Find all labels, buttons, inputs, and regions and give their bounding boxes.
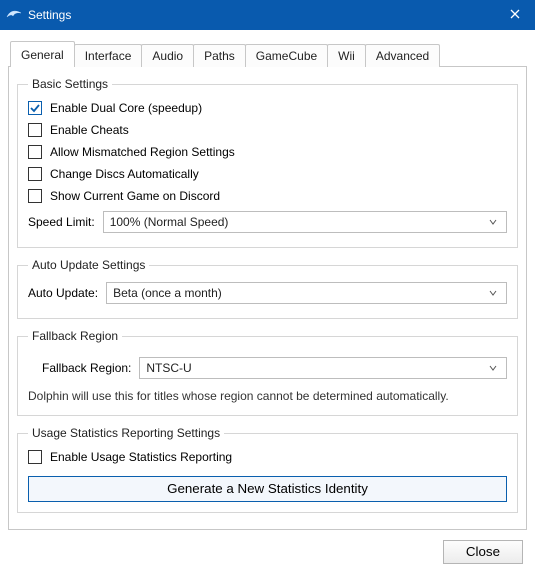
auto-update-label: Auto Update: [28,286,98,300]
group-fallback-region: Fallback Region Fallback Region: NTSC-U … [17,329,518,416]
tab-general[interactable]: General [10,41,75,67]
tab-interface[interactable]: Interface [74,44,143,67]
tab-label: Paths [204,49,235,63]
fallback-region-select[interactable]: NTSC-U [139,357,507,379]
window-title: Settings [28,8,495,22]
group-legend: Fallback Region [28,329,122,343]
tab-label: Wii [338,49,355,63]
titlebar: Settings [0,0,535,30]
checkbox-show-game-discord[interactable] [28,189,42,203]
chevron-down-icon [486,286,500,300]
checkbox-label: Allow Mismatched Region Settings [50,145,235,159]
checkbox-enable-cheats[interactable] [28,123,42,137]
group-auto-update: Auto Update Settings Auto Update: Beta (… [17,258,518,319]
tab-label: Advanced [376,49,429,63]
checkbox-allow-mismatched-region[interactable] [28,145,42,159]
checkbox-enable-dual-core[interactable] [28,101,42,115]
tab-paths[interactable]: Paths [193,44,246,67]
checkbox-label: Change Discs Automatically [50,167,199,181]
tab-audio[interactable]: Audio [141,44,194,67]
group-basic-settings: Basic Settings Enable Dual Core (speedup… [17,77,518,248]
speed-limit-select[interactable]: 100% (Normal Speed) [103,211,507,233]
dolphin-icon [6,7,22,23]
checkbox-label: Enable Usage Statistics Reporting [50,450,232,464]
select-value: NTSC-U [146,361,486,375]
tab-wii[interactable]: Wii [327,44,366,67]
close-icon [510,8,520,22]
close-button[interactable]: Close [443,540,523,564]
checkbox-label: Enable Cheats [50,123,129,137]
tab-panel-general: Basic Settings Enable Dual Core (speedup… [8,66,527,530]
checkbox-enable-usage-stats[interactable] [28,450,42,464]
select-value: Beta (once a month) [113,286,486,300]
group-legend: Basic Settings [28,77,112,91]
button-label: Generate a New Statistics Identity [167,481,368,496]
chevron-down-icon [486,361,500,375]
tab-label: General [21,48,64,62]
tab-advanced[interactable]: Advanced [365,44,440,67]
speed-limit-label: Speed Limit: [28,215,95,229]
dialog-footer: Close [0,530,535,576]
button-label: Close [466,544,500,559]
tab-label: Audio [152,49,183,63]
generate-stats-identity-button[interactable]: Generate a New Statistics Identity [28,476,507,502]
select-value: 100% (Normal Speed) [110,215,486,229]
group-legend: Usage Statistics Reporting Settings [28,426,224,440]
tab-gamecube[interactable]: GameCube [245,44,328,67]
fallback-region-label: Fallback Region: [28,361,131,375]
tab-label: Interface [85,49,132,63]
window-close-button[interactable] [495,0,535,30]
checkbox-label: Show Current Game on Discord [50,189,220,203]
checkbox-label: Enable Dual Core (speedup) [50,101,202,115]
tab-bar: General Interface Audio Paths GameCube W… [10,40,527,66]
fallback-region-hint: Dolphin will use this for titles whose r… [28,383,507,405]
group-legend: Auto Update Settings [28,258,149,272]
auto-update-select[interactable]: Beta (once a month) [106,282,507,304]
group-usage-stats: Usage Statistics Reporting Settings Enab… [17,426,518,513]
chevron-down-icon [486,215,500,229]
tab-label: GameCube [256,49,317,63]
check-icon [29,102,41,114]
checkbox-change-discs-auto[interactable] [28,167,42,181]
